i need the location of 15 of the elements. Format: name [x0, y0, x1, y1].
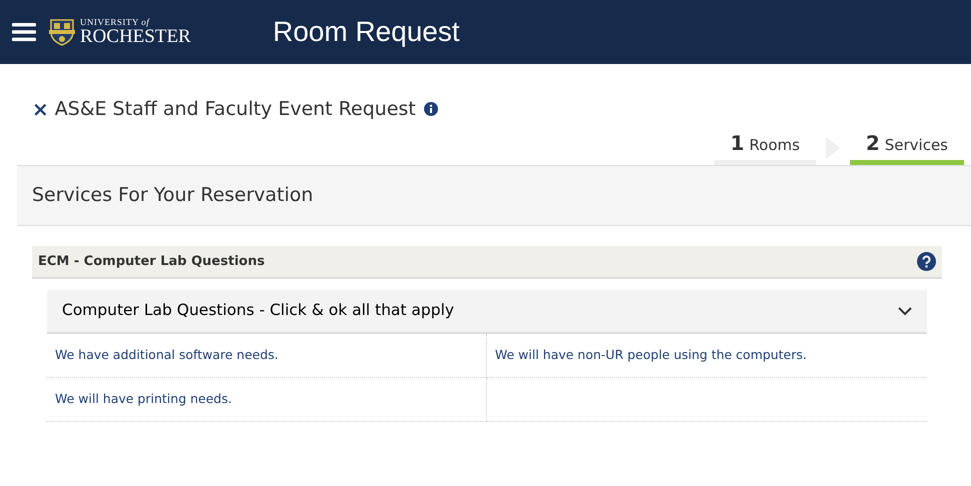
- logo-text: ROCHESTER: [80, 27, 191, 46]
- close-icon[interactable]: ×: [32, 94, 49, 124]
- option-link[interactable]: We will have printing needs.: [55, 390, 232, 409]
- app-title: Room Request: [272, 15, 460, 49]
- service-title: ECM - Computer Lab Questions: [38, 252, 265, 271]
- menu-icon[interactable]: [12, 22, 36, 42]
- option-link[interactable]: We will have non-UR people using the computers.: [495, 346, 807, 365]
- info-icon[interactable]: [424, 102, 438, 116]
- help-icon[interactable]: [917, 252, 936, 271]
- question-header[interactable]: Computer Lab Questions - Click & ok all that apply: [47, 290, 927, 334]
- section-header: Services For Your Reservation: [17, 165, 971, 226]
- shield-icon: [48, 18, 76, 46]
- request-title: AS&E Staff and Faculty Event Request: [54, 96, 416, 122]
- option-link[interactable]: We have additional software needs.: [55, 346, 278, 365]
- logo-text: UNIVERSITY of: [80, 18, 151, 27]
